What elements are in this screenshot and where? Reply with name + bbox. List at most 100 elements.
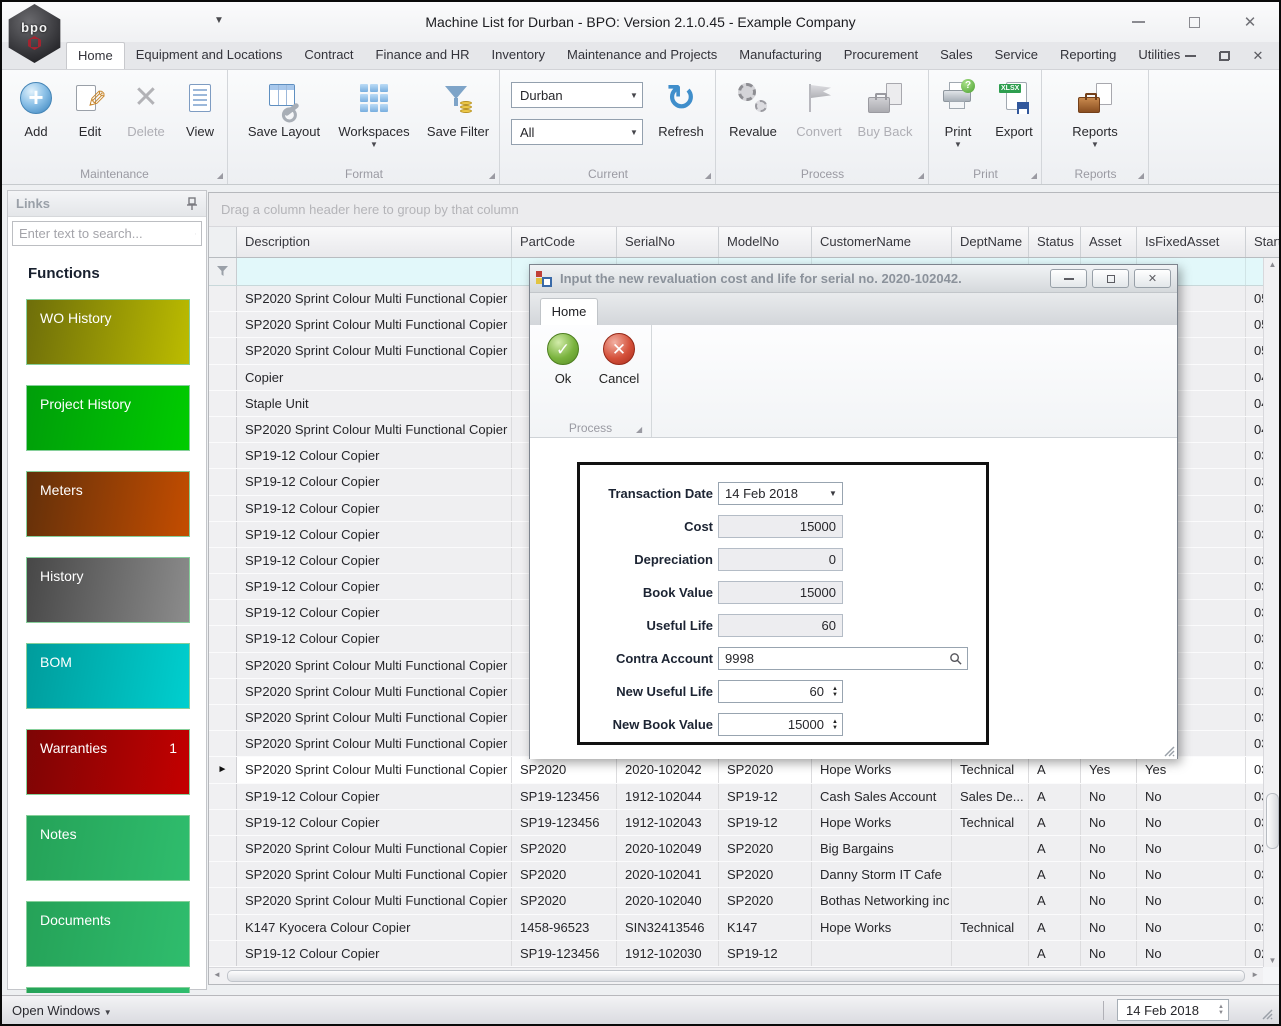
print-button[interactable]: ? Print ▼ bbox=[926, 76, 990, 149]
pin-icon[interactable] bbox=[186, 197, 198, 211]
status-date-spin-icons[interactable]: ▲▼ bbox=[1214, 1004, 1228, 1016]
mdi-minimize-button[interactable] bbox=[1181, 48, 1199, 64]
function-tile-wo-history[interactable]: WO History bbox=[26, 299, 190, 365]
save-layout-icon bbox=[269, 84, 299, 112]
field-row-transaction-date: Transaction Date14 Feb 2018▼ bbox=[580, 482, 986, 505]
table-row[interactable]: SP19-12 Colour CopierSP19-1234561912-102… bbox=[209, 810, 1281, 836]
function-tile-bom[interactable]: BOM bbox=[26, 643, 190, 709]
dialog-maximize-button[interactable] bbox=[1092, 269, 1129, 288]
status-filter-combobox-arrow-icon[interactable]: ▼ bbox=[626, 128, 642, 137]
field-transaction-date-dropdown-icon[interactable]: ▼ bbox=[824, 489, 842, 498]
dialog-minimize-button[interactable] bbox=[1050, 269, 1087, 288]
vertical-scrollbar-thumb[interactable] bbox=[1266, 793, 1279, 849]
field-new-book-value-spinner-icons[interactable]: ▲▼ bbox=[828, 719, 842, 731]
field-new-book-value[interactable]: 15000▲▼ bbox=[718, 713, 843, 736]
view-button[interactable]: View bbox=[168, 76, 232, 139]
column-header-modelno[interactable]: ModelNo bbox=[719, 227, 812, 257]
table-row[interactable]: ►SP2020 Sprint Colour Multi Functional C… bbox=[209, 757, 1281, 783]
column-header-asset[interactable]: Asset bbox=[1081, 227, 1137, 257]
function-tile-documents[interactable]: Documents bbox=[26, 901, 190, 967]
table-row[interactable]: K147 Kyocera Colour Copier1458-96523SIN3… bbox=[209, 915, 1281, 941]
window-close-button[interactable]: ✕ bbox=[1231, 9, 1269, 35]
table-row[interactable]: SP19-12 Colour CopierSP19-1234561912-102… bbox=[209, 784, 1281, 810]
table-row[interactable]: SP19-12 Colour CopierSP19-1234561912-102… bbox=[209, 941, 1281, 967]
cell-isfixedasset: No bbox=[1137, 784, 1246, 809]
ok-button[interactable]: ✓ Ok bbox=[535, 333, 591, 386]
menu-tab-finance-and-hr[interactable]: Finance and HR bbox=[365, 42, 481, 69]
scroll-right-icon[interactable]: ► bbox=[1251, 970, 1259, 979]
dialog-resize-grip[interactable] bbox=[1161, 743, 1175, 757]
location-combobox[interactable]: Durban ▼ bbox=[511, 82, 643, 108]
field-transaction-date[interactable]: 14 Feb 2018▼ bbox=[718, 482, 843, 505]
menu-tab-equipment-and-locations[interactable]: Equipment and Locations bbox=[125, 42, 294, 69]
location-combobox-arrow-icon[interactable]: ▼ bbox=[626, 91, 642, 100]
menu-tab-inventory[interactable]: Inventory bbox=[481, 42, 556, 69]
scroll-up-icon[interactable]: ▲ bbox=[1264, 260, 1281, 269]
window-resize-grip[interactable] bbox=[1259, 1006, 1273, 1020]
reports-button[interactable]: Reports ▼ bbox=[1063, 76, 1127, 149]
column-header-partcode[interactable]: PartCode bbox=[512, 227, 617, 257]
sidebar-search-input[interactable] bbox=[13, 226, 195, 241]
save-layout-button[interactable]: Save Layout bbox=[247, 76, 321, 139]
save-filter-button[interactable]: Save Filter bbox=[423, 76, 493, 139]
cancel-button[interactable]: ✕ Cancel bbox=[591, 333, 647, 386]
field-new-useful-life[interactable]: 60▲▼ bbox=[718, 680, 843, 703]
dialog-process-launcher-icon[interactable]: ◢ bbox=[636, 425, 642, 434]
scroll-left-icon[interactable]: ◄ bbox=[213, 970, 221, 979]
menu-tab-service[interactable]: Service bbox=[984, 42, 1049, 69]
dialog-tab-home[interactable]: Home bbox=[540, 298, 598, 325]
table-row[interactable]: SP2020 Sprint Colour Multi Functional Co… bbox=[209, 862, 1281, 888]
column-header-description[interactable]: Description bbox=[237, 227, 512, 257]
menu-tab-procurement[interactable]: Procurement bbox=[833, 42, 929, 69]
field-new-useful-life-spinner-icons[interactable]: ▲▼ bbox=[828, 686, 842, 698]
menu-tab-home[interactable]: Home bbox=[66, 42, 125, 69]
process-dialog-launcher-icon[interactable]: ◢ bbox=[918, 171, 924, 180]
menu-tab-manufacturing[interactable]: Manufacturing bbox=[728, 42, 832, 69]
group-by-panel[interactable]: Drag a column header here to group by th… bbox=[209, 193, 1281, 227]
revalue-button[interactable]: Revalue bbox=[721, 76, 785, 139]
function-tile-warranties[interactable]: Warranties1 bbox=[26, 729, 190, 795]
horizontal-scrollbar[interactable]: ◄ ► bbox=[209, 967, 1263, 984]
export-button[interactable]: XLSX Export bbox=[982, 76, 1046, 139]
filter-cell-description[interactable] bbox=[237, 258, 512, 285]
vertical-scrollbar[interactable]: ▲ ▼ bbox=[1263, 258, 1281, 967]
sidebar-search-box[interactable] bbox=[12, 221, 202, 246]
status-filter-combobox[interactable]: All ▼ bbox=[511, 119, 643, 145]
open-windows-button[interactable]: Open Windows ▼ bbox=[12, 996, 112, 1025]
maintenance-dialog-launcher-icon[interactable]: ◢ bbox=[217, 171, 223, 180]
mdi-close-button[interactable]: ✕ bbox=[1249, 48, 1267, 64]
scroll-down-icon[interactable]: ▼ bbox=[1264, 956, 1281, 965]
refresh-button[interactable]: ↻ Refresh bbox=[649, 76, 713, 139]
edit-button[interactable]: ✎ Edit bbox=[58, 76, 122, 139]
workspaces-button[interactable]: Workspaces ▼ bbox=[333, 76, 415, 149]
menu-tab-contract[interactable]: Contract bbox=[293, 42, 364, 69]
column-header-startd[interactable]: StartD bbox=[1246, 227, 1281, 257]
field-contra-account-lookup-icon[interactable] bbox=[949, 652, 962, 665]
column-header-serialno[interactable]: SerialNo bbox=[617, 227, 719, 257]
format-dialog-launcher-icon[interactable]: ◢ bbox=[489, 171, 495, 180]
function-tile-project-history[interactable]: Project History bbox=[26, 385, 190, 451]
reports-dialog-launcher-icon[interactable]: ◢ bbox=[1138, 171, 1144, 180]
cell-deptname bbox=[952, 941, 1029, 966]
column-header-deptname[interactable]: DeptName bbox=[952, 227, 1029, 257]
menu-tab-maintenance-and-projects[interactable]: Maintenance and Projects bbox=[556, 42, 728, 69]
window-minimize-button[interactable] bbox=[1119, 9, 1157, 35]
function-tile-history[interactable]: History bbox=[26, 557, 190, 623]
menu-tab-reporting[interactable]: Reporting bbox=[1049, 42, 1127, 69]
horizontal-scrollbar-thumb[interactable] bbox=[227, 970, 1245, 982]
menu-tab-sales[interactable]: Sales bbox=[929, 42, 984, 69]
function-tile-notes[interactable]: Notes bbox=[26, 815, 190, 881]
column-header-isfixedasset[interactable]: IsFixedAsset bbox=[1137, 227, 1246, 257]
window-maximize-button[interactable] bbox=[1175, 9, 1213, 35]
table-row[interactable]: SP2020 Sprint Colour Multi Functional Co… bbox=[209, 888, 1281, 914]
field-contra-account[interactable]: 9998 bbox=[718, 647, 968, 670]
column-header-customername[interactable]: CustomerName bbox=[812, 227, 952, 257]
print-dialog-launcher-icon[interactable]: ◢ bbox=[1031, 171, 1037, 180]
mdi-restore-button[interactable] bbox=[1215, 48, 1233, 64]
status-date-spinner[interactable]: 14 Feb 2018 ▲▼ bbox=[1117, 999, 1229, 1021]
table-row[interactable]: SP2020 Sprint Colour Multi Functional Co… bbox=[209, 836, 1281, 862]
column-header-status[interactable]: Status bbox=[1029, 227, 1081, 257]
current-dialog-launcher-icon[interactable]: ◢ bbox=[705, 171, 711, 180]
function-tile-meters[interactable]: Meters bbox=[26, 471, 190, 537]
dialog-close-button[interactable]: ✕ bbox=[1134, 269, 1171, 288]
